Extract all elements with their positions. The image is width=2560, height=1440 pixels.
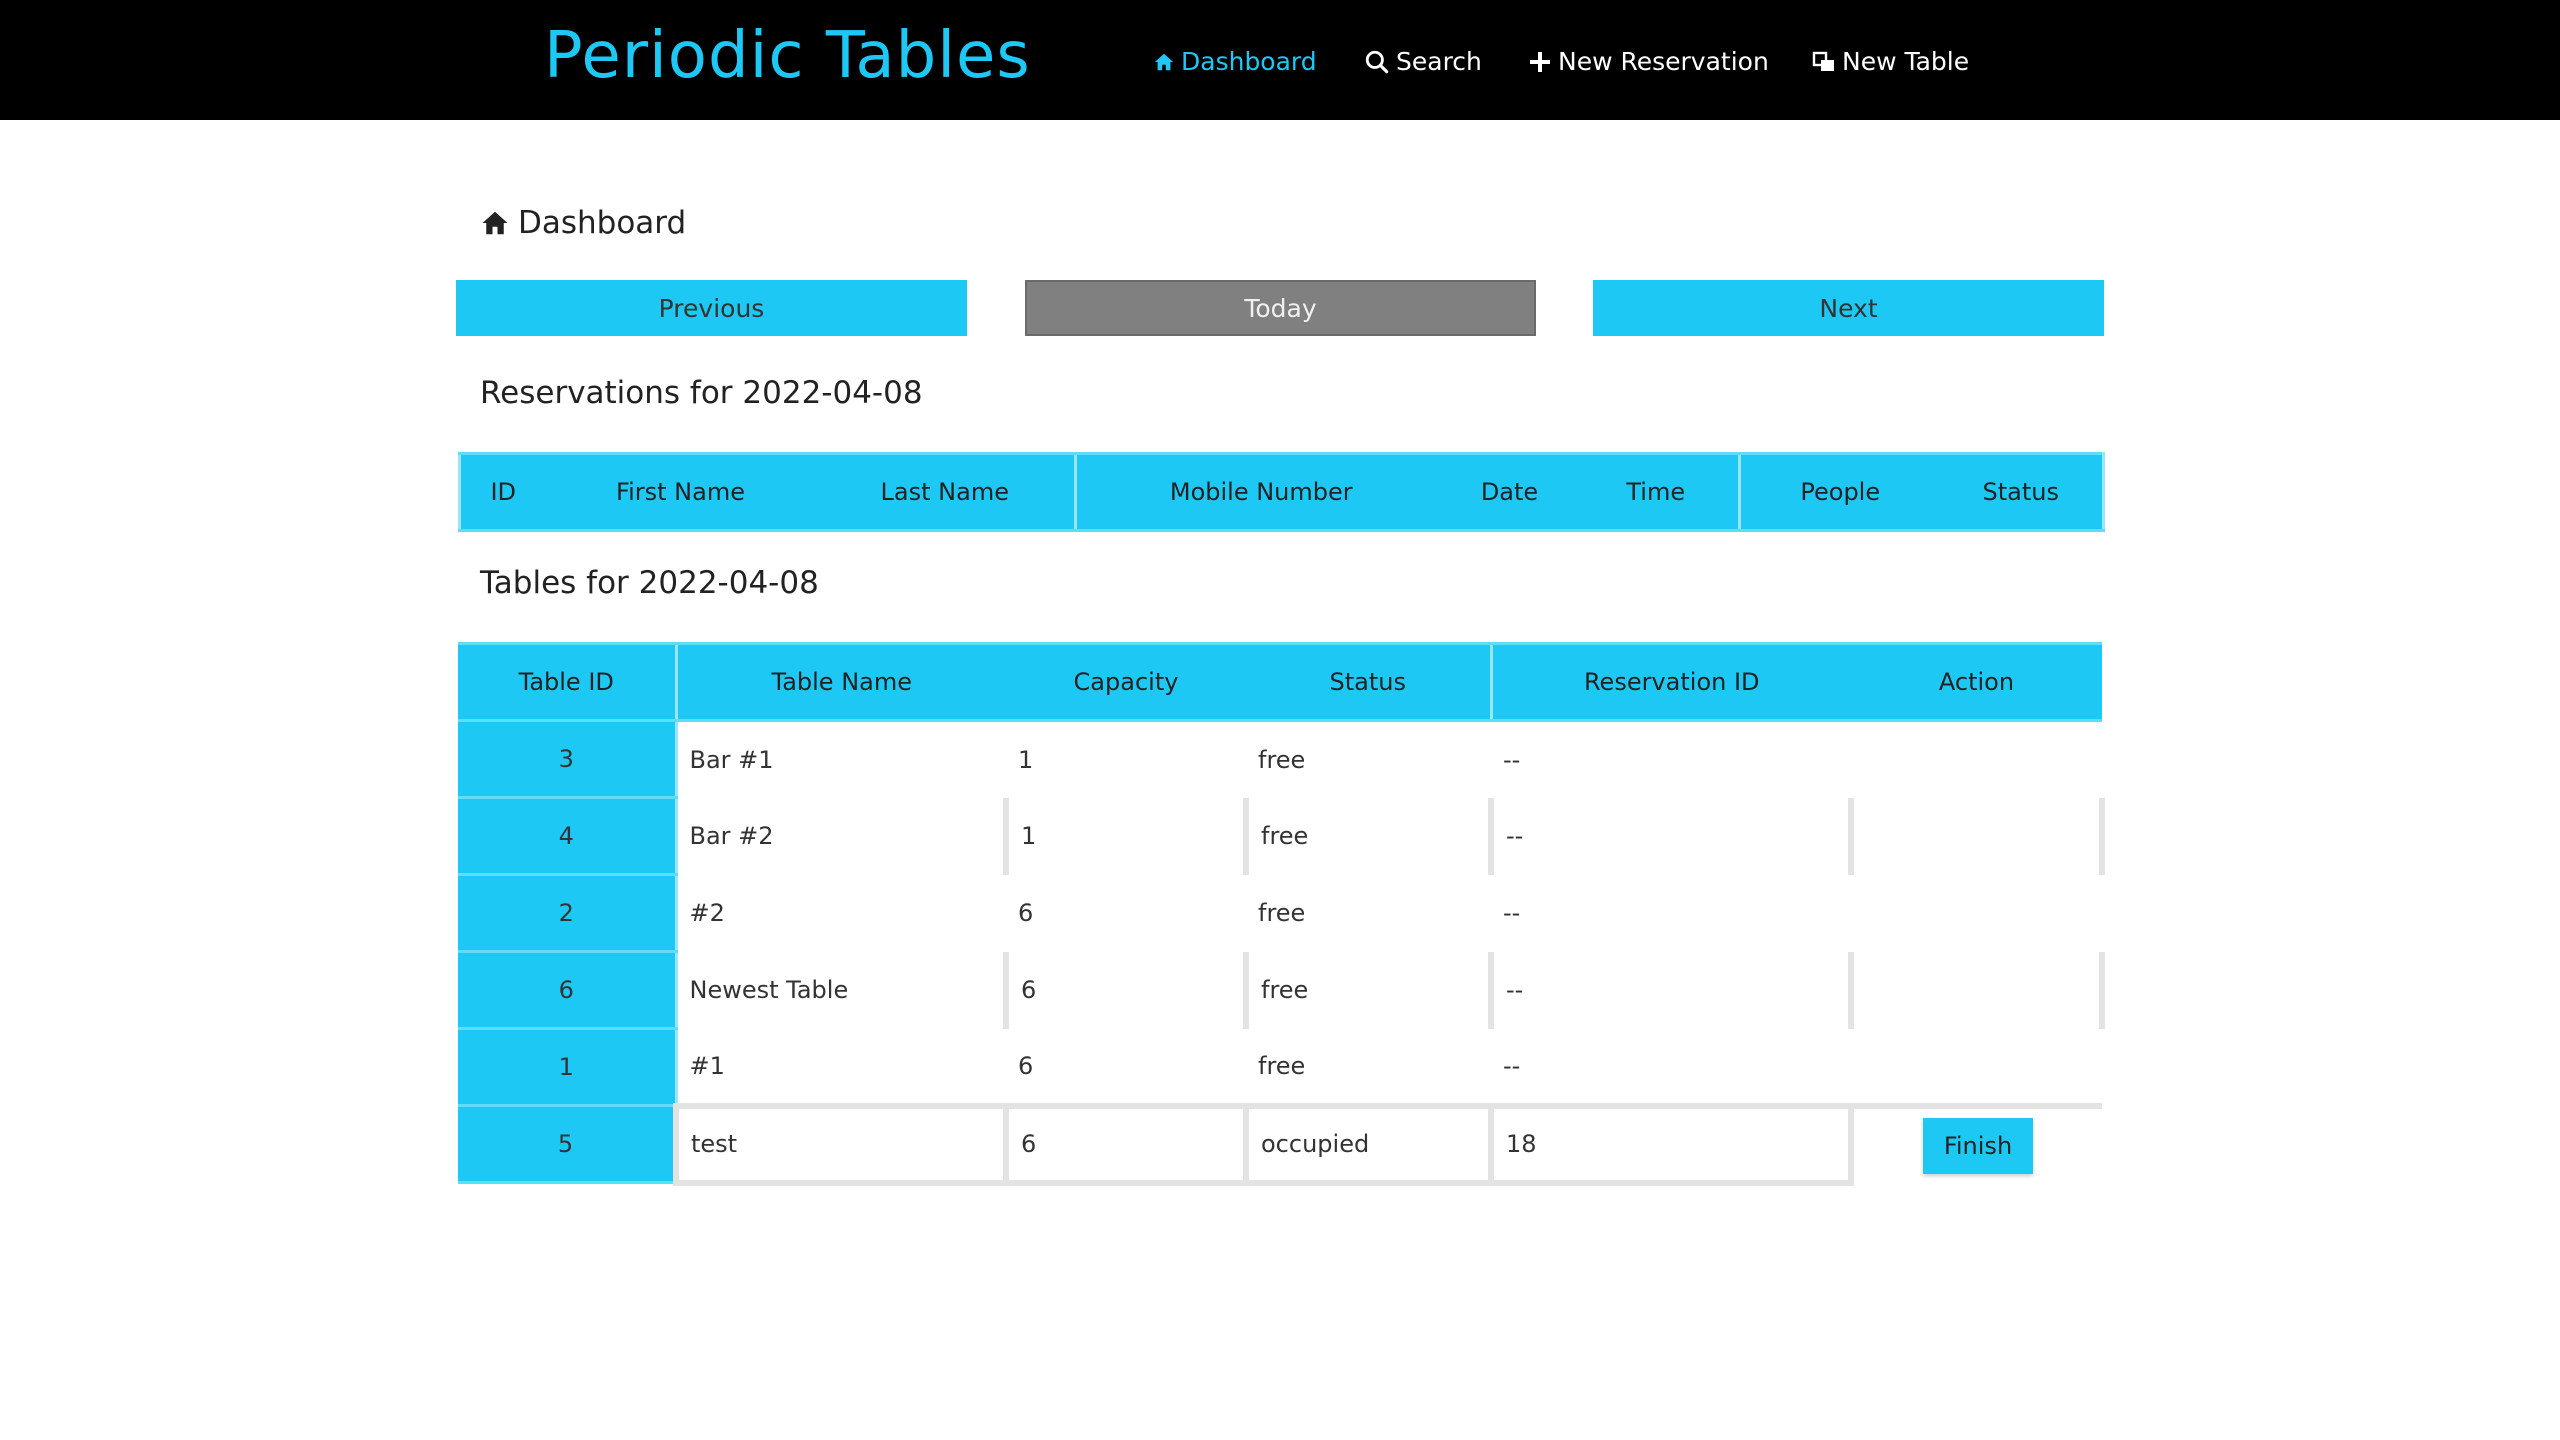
table-row: 4 Bar #2 1 free -- [458, 797, 2105, 876]
column-header-reservation-id[interactable]: Reservation ID [1489, 642, 1851, 722]
table-name-cell: Bar #1 [689, 745, 774, 774]
table-action-cell [1851, 875, 2102, 952]
finish-button[interactable]: Finish [1923, 1117, 2033, 1174]
column-header-time[interactable]: Time [1573, 452, 1740, 532]
table-reservation-id-cell: -- [1503, 1051, 1521, 1080]
table-id-cell: 6 [458, 951, 678, 1030]
table-row: 2 #2 6 free -- [458, 874, 2102, 953]
column-header-date[interactable]: Date [1445, 452, 1574, 532]
reservations-table: ID First Name Last Name Mobile Number Da… [458, 452, 2105, 532]
table-action-cell [1851, 1029, 2102, 1106]
navbar: Periodic Tables Dashboard Search New Res… [0, 0, 2560, 120]
table-reservation-id-cell: -- [1488, 951, 1851, 1029]
table-status-cell: free [1258, 1051, 1306, 1080]
page-title: Dashboard [480, 200, 686, 246]
tables-title: Tables for 2022-04-08 [480, 565, 819, 601]
table-name-cell: test [673, 1102, 1009, 1186]
table-icon [1812, 50, 1836, 74]
column-header-id[interactable]: ID [458, 452, 546, 532]
table-name-cell: Newest Table [689, 976, 849, 1004]
table-id-cell: 3 [458, 720, 678, 799]
today-button[interactable]: Today [1025, 280, 1536, 336]
column-header-last-name[interactable]: Last Name [815, 452, 1076, 532]
table-status-cell: free [1258, 745, 1306, 774]
nav-link-label: Search [1396, 47, 1482, 76]
next-day-button[interactable]: Next [1593, 280, 2104, 336]
column-header-table-id[interactable]: Table ID [458, 642, 676, 722]
nav-link-dashboard[interactable]: Dashboard [1153, 42, 1317, 82]
table-id-cell: 1 [458, 1028, 678, 1107]
table-status-cell: free [1243, 797, 1491, 875]
table-action-cell [1848, 797, 2105, 875]
table-capacity-cell: 6 [1018, 899, 1034, 927]
plus-icon [1528, 50, 1552, 74]
nav-link-new-table[interactable]: New Table [1812, 42, 1969, 82]
table-row: 5 test 6 occupied 18 Finish [458, 1102, 2102, 1186]
column-header-capacity[interactable]: Capacity [1006, 642, 1246, 722]
column-header-first-name[interactable]: First Name [545, 452, 816, 532]
table-capacity-cell: 1 [1018, 745, 1034, 774]
tables-header-row: Table ID Table Name Capacity Status Rese… [458, 642, 2102, 722]
column-header-action[interactable]: Action [1851, 642, 2102, 722]
table-id-cell: 2 [458, 874, 678, 953]
table-status-cell: free [1258, 899, 1306, 927]
table-id-cell: 4 [458, 797, 678, 876]
column-header-status[interactable]: Status [1939, 452, 2105, 532]
table-action-cell [1848, 951, 2105, 1029]
nav-link-label: New Reservation [1558, 47, 1769, 76]
table-capacity-cell: 1 [1003, 797, 1246, 875]
brand-title[interactable]: Periodic Tables [544, 14, 1031, 98]
nav-link-label: New Table [1842, 47, 1970, 76]
table-reservation-id-cell: -- [1503, 745, 1521, 774]
table-name-cell: Bar #2 [689, 822, 774, 850]
table-action-cell [1851, 721, 2102, 798]
column-header-mobile-number[interactable]: Mobile Number [1074, 452, 1446, 532]
home-icon [480, 208, 510, 238]
reservations-header-row: ID First Name Last Name Mobile Number Da… [458, 452, 2105, 532]
previous-day-button[interactable]: Previous [456, 280, 967, 336]
column-header-table-name[interactable]: Table Name [674, 642, 1006, 722]
table-capacity-cell: 6 [1018, 1051, 1034, 1080]
nav-link-label: Dashboard [1181, 47, 1317, 76]
home-icon [1153, 51, 1175, 73]
table-name-cell: #1 [689, 1051, 725, 1080]
nav-link-search[interactable]: Search [1364, 42, 1482, 82]
table-status-cell: occupied [1243, 1102, 1494, 1186]
table-row: 1 #1 6 free -- [458, 1028, 2102, 1107]
table-reservation-id-cell: -- [1503, 899, 1521, 927]
column-header-people[interactable]: People [1738, 452, 1940, 532]
reservations-title: Reservations for 2022-04-08 [480, 375, 923, 411]
table-capacity-cell: 6 [1003, 1102, 1249, 1186]
tables-table: Table ID Table Name Capacity Status Rese… [458, 642, 2105, 1186]
page-title-text: Dashboard [518, 205, 687, 241]
table-status-cell: free [1243, 951, 1491, 1029]
table-reservation-id-cell: -- [1488, 797, 1851, 875]
table-row: 6 Newest Table 6 free -- [458, 951, 2105, 1030]
table-capacity-cell: 6 [1003, 951, 1246, 1029]
nav-link-new-reservation[interactable]: New Reservation [1528, 42, 1769, 82]
table-name-cell: #2 [689, 899, 725, 927]
table-row: 3 Bar #1 1 free -- [458, 720, 2102, 799]
table-action-cell: Finish [1851, 1102, 2102, 1183]
table-id-cell: 5 [458, 1105, 678, 1184]
table-reservation-id-cell: 18 [1488, 1102, 1854, 1186]
column-header-status[interactable]: Status [1246, 642, 1491, 722]
search-icon [1364, 49, 1390, 75]
